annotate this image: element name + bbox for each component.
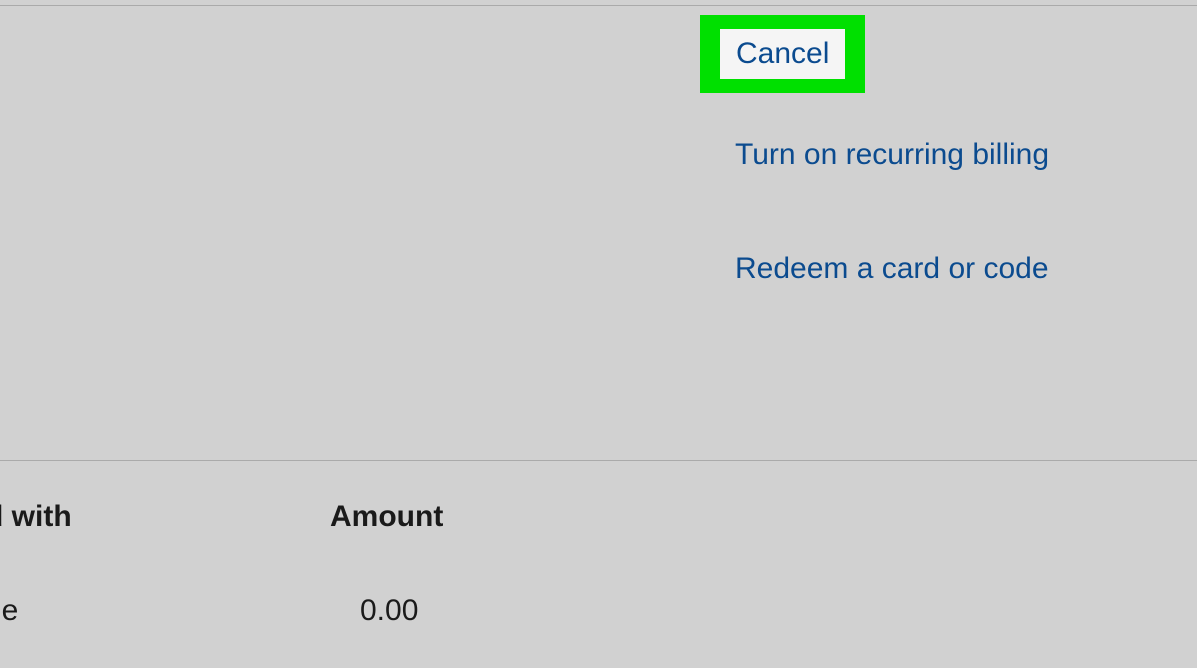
section-divider xyxy=(0,460,1197,461)
subscription-actions: Cancel Turn on recurring billing Redeem … xyxy=(700,15,1049,286)
redeem-code-link[interactable]: Redeem a card or code xyxy=(735,252,1049,286)
table-header-amount: Amount xyxy=(330,500,443,534)
payment-table-section: d with Amount ne 0.00 xyxy=(0,500,1197,628)
cancel-highlight: Cancel xyxy=(700,15,865,93)
table-header-paid-with: d with xyxy=(0,500,285,534)
table-cell-amount: 0.00 xyxy=(360,594,418,628)
recurring-billing-link[interactable]: Turn on recurring billing xyxy=(735,138,1049,172)
table-header-row: d with Amount xyxy=(0,500,1197,534)
cancel-link[interactable]: Cancel xyxy=(720,29,845,79)
table-row: ne 0.00 xyxy=(0,594,1197,628)
table-cell-paid-with: ne xyxy=(0,594,285,628)
top-divider xyxy=(0,5,1197,6)
